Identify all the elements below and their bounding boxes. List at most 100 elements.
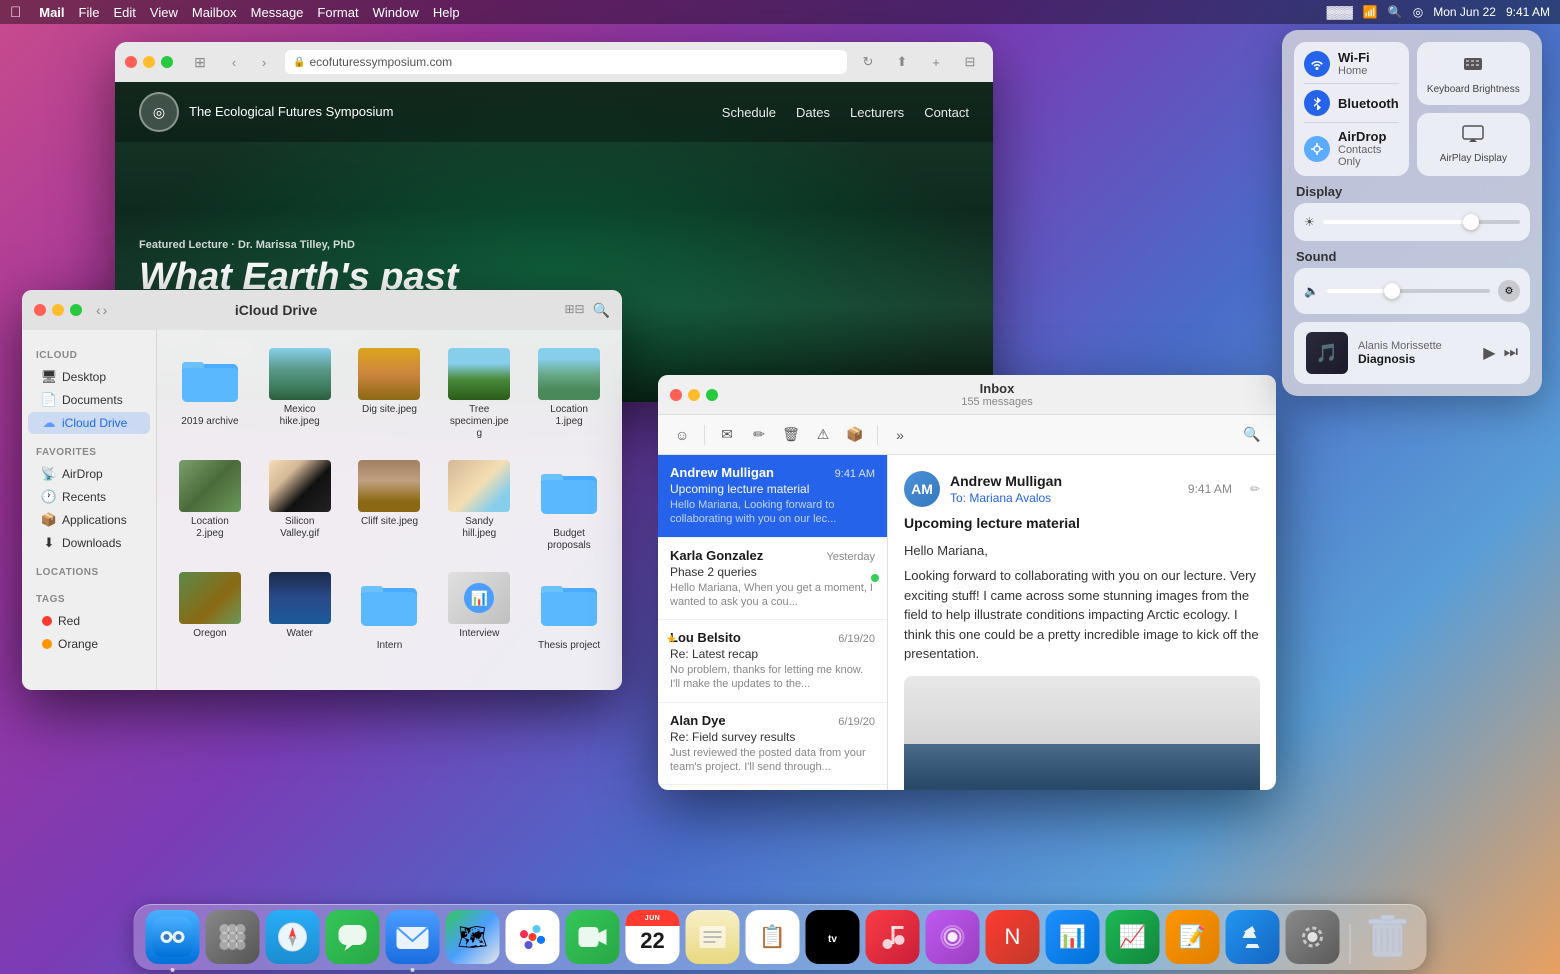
list-item[interactable]: Intern — [349, 566, 431, 658]
cc-keyboard-brightness-tile[interactable]: Keyboard Brightness — [1417, 42, 1530, 105]
brightness-slider[interactable] — [1323, 220, 1520, 224]
search-menu-icon[interactable]: 🔍 — [1388, 5, 1403, 19]
dock-podcasts[interactable] — [926, 910, 980, 964]
volume-knob[interactable] — [1384, 283, 1400, 299]
sidebar-item-recents[interactable]: 🕐 Recents — [28, 486, 150, 508]
cc-sound-tile[interactable]: 🔈 ⚙ — [1294, 268, 1530, 314]
search-mail-button[interactable]: 🔍 — [1238, 421, 1266, 449]
url-bar[interactable]: 🔒 ecofuturessymposium.com — [285, 50, 847, 74]
dock-calendar[interactable]: JUN 22 — [626, 910, 680, 964]
dock-appstore[interactable] — [1226, 910, 1280, 964]
list-item[interactable]: Thesis project — [528, 566, 610, 658]
dock-finder[interactable] — [146, 910, 200, 964]
mail-minimize-button[interactable] — [688, 389, 700, 401]
list-item[interactable]: Location 2.jpeg — [169, 454, 251, 558]
finder-search-button[interactable]: 🔍 — [593, 302, 610, 319]
dock-notes[interactable] — [686, 910, 740, 964]
finder-close-button[interactable] — [34, 304, 46, 316]
dock-photos[interactable] — [506, 910, 560, 964]
dock-news[interactable]: N — [986, 910, 1040, 964]
dock-launchpad[interactable] — [206, 910, 260, 964]
list-item[interactable]: Location 1.jpeg — [528, 342, 610, 446]
nav-dates[interactable]: Dates — [796, 105, 830, 120]
junk-button[interactable]: ⚠ — [809, 421, 837, 449]
edit-icon[interactable]: ✏ — [1250, 482, 1260, 496]
list-item[interactable]: Water — [259, 566, 341, 658]
menu-help[interactable]: Help — [433, 5, 460, 20]
archive-button[interactable]: 📦 — [841, 421, 869, 449]
finder-view-toggle[interactable]: ⊞⊟ — [564, 302, 584, 319]
menu-window[interactable]: Window — [373, 5, 419, 20]
share-button[interactable]: ⬆ — [889, 51, 915, 73]
dock-pages[interactable]: 📝 — [1166, 910, 1220, 964]
dock-music[interactable] — [866, 910, 920, 964]
finder-back-button[interactable]: ‹ — [96, 302, 101, 318]
dock-facetime[interactable] — [566, 910, 620, 964]
back-button[interactable]: ‹ — [221, 51, 247, 73]
list-item[interactable]: Cindy Cheung 6/18/20 Project timeline in… — [658, 785, 887, 790]
play-button[interactable]: ▶ — [1483, 343, 1495, 363]
finder-maximize-button[interactable] — [70, 304, 82, 316]
mail-maximize-button[interactable] — [706, 389, 718, 401]
list-item[interactable]: Mexico hike.jpeg — [259, 342, 341, 446]
menu-message[interactable]: Message — [251, 5, 304, 20]
apple-menu[interactable]:  — [10, 4, 21, 21]
dock-system-preferences[interactable] — [1286, 910, 1340, 964]
siri-icon[interactable]: ◎ — [1413, 5, 1423, 19]
sidebar-item-applications[interactable]: 📦 Applications — [28, 509, 150, 531]
sidebar-toggle-button[interactable]: ⊞ — [187, 51, 213, 73]
dock-keynote[interactable]: 📊 — [1046, 910, 1100, 964]
wifi-status-icon[interactable]: 📶 — [1363, 5, 1378, 19]
sound-settings-button[interactable]: ⚙ — [1498, 280, 1520, 302]
brightness-knob[interactable] — [1463, 214, 1479, 230]
dock-numbers[interactable]: 📈 — [1106, 910, 1160, 964]
list-item[interactable]: 2019 archive — [169, 342, 251, 446]
sidebar-item-icloud[interactable]: ☁ iCloud Drive — [28, 412, 150, 434]
add-tab-button[interactable]: + — [923, 51, 949, 73]
menu-format[interactable]: Format — [317, 5, 358, 20]
finder-forward-button[interactable]: › — [103, 302, 108, 318]
volume-slider[interactable] — [1327, 289, 1490, 293]
list-item[interactable]: Sandy hill.jpeg — [438, 454, 520, 558]
maximize-button[interactable] — [161, 56, 173, 68]
skip-forward-button[interactable]: ⏭ — [1504, 344, 1518, 362]
reply-button[interactable]: ✏ — [745, 421, 773, 449]
nav-schedule[interactable]: Schedule — [722, 105, 776, 120]
sidebar-item-documents[interactable]: 📄 Documents — [28, 389, 150, 411]
menu-mail[interactable]: Mail — [39, 5, 64, 20]
sidebar-item-tag-orange[interactable]: Orange — [28, 633, 150, 655]
dock-appletv[interactable]: tv — [806, 910, 860, 964]
list-item[interactable]: Oregon — [169, 566, 251, 658]
cc-wifi-bluetooth-tile[interactable]: Wi-Fi Home Bluetooth — [1294, 42, 1409, 176]
sidebar-item-tag-red[interactable]: Red — [28, 610, 150, 632]
mail-close-button[interactable] — [670, 389, 682, 401]
battery-icon[interactable]: ▓▓▓ — [1327, 5, 1353, 19]
list-item[interactable]: Lou Belsito 6/19/20 Re: Latest recap No … — [658, 620, 887, 703]
compose-icon[interactable]: ☺ — [668, 421, 696, 449]
more-button[interactable]: » — [886, 421, 914, 449]
reload-button[interactable]: ↻ — [855, 51, 881, 73]
cc-airplay-tile[interactable]: AirPlay Display — [1417, 113, 1530, 176]
list-item[interactable]: Alan Dye 6/19/20 Re: Field survey result… — [658, 703, 887, 786]
list-item[interactable]: Budget proposals — [528, 454, 610, 558]
minimize-button[interactable] — [143, 56, 155, 68]
sidebar-item-airdrop[interactable]: 📡 AirDrop — [28, 463, 150, 485]
sidebar-item-downloads[interactable]: ⬇ Downloads — [28, 532, 150, 554]
nav-contact[interactable]: Contact — [924, 105, 969, 120]
dock-reminders[interactable]: 📋 — [746, 910, 800, 964]
forward-button[interactable]: › — [251, 51, 277, 73]
nav-lecturers[interactable]: Lecturers — [850, 105, 904, 120]
dock-mail[interactable] — [386, 910, 440, 964]
list-item[interactable]: 📊 Interview — [438, 566, 520, 658]
sidebar-item-desktop[interactable]: 🖥 Desktop — [28, 366, 150, 388]
menu-view[interactable]: View — [150, 5, 178, 20]
list-item[interactable]: Tree specimen.jpeg — [438, 342, 520, 446]
dock-messages[interactable] — [326, 910, 380, 964]
close-button[interactable] — [125, 56, 137, 68]
sidebar-right-button[interactable]: ⊟ — [957, 51, 983, 73]
menu-edit[interactable]: Edit — [114, 5, 136, 20]
menu-mailbox[interactable]: Mailbox — [192, 5, 237, 20]
list-item[interactable]: Andrew Mulligan 9:41 AM Upcoming lecture… — [658, 455, 887, 538]
dock-safari[interactable] — [266, 910, 320, 964]
dock-trash[interactable] — [1361, 910, 1415, 964]
